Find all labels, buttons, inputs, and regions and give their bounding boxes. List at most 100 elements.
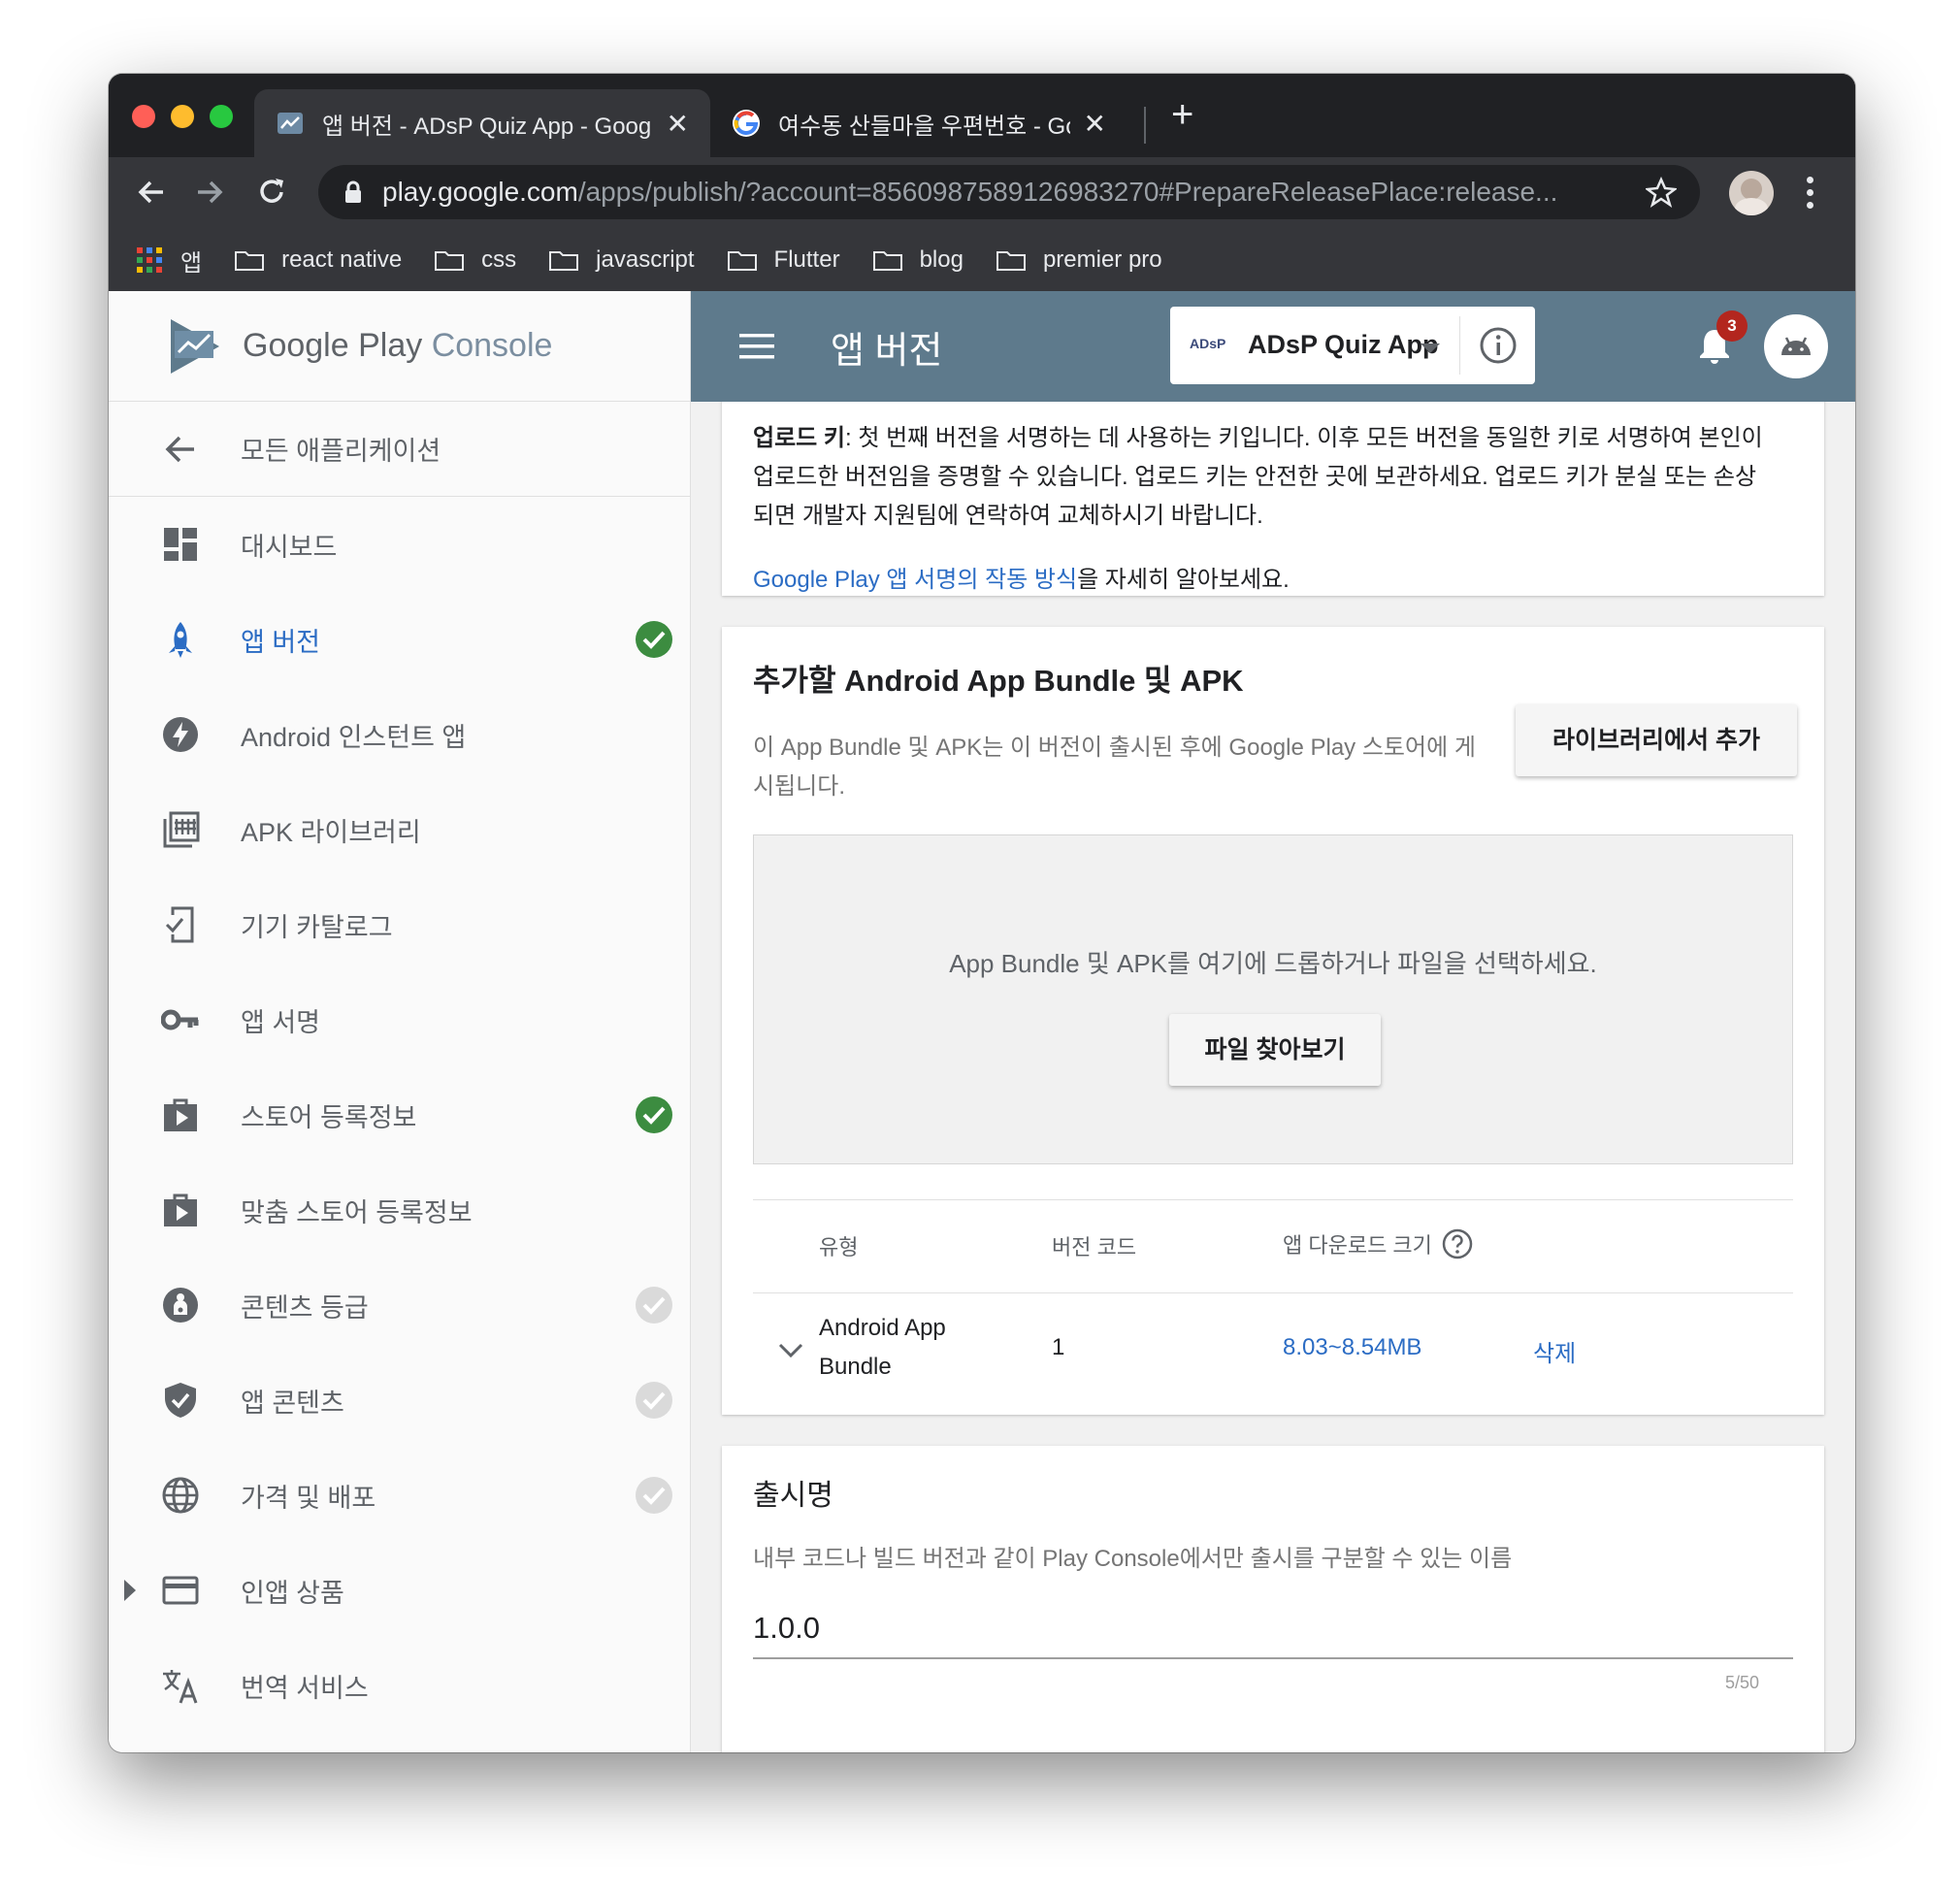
device-check-icon [165,906,194,943]
sidebar-item-custom-store-listing[interactable]: 맞춤 스토어 등록정보 [109,1162,690,1258]
sidebar-item-label: APK 라이브러리 [241,817,421,847]
bookmark-folder[interactable]: premier pro [996,246,1162,274]
sidebar-item-app-releases[interactable]: 앱 버전 [109,592,690,687]
tab-title: 앱 버전 - ADsP Quiz App - Goog [322,113,652,140]
delete-bundle-button[interactable]: 삭제 [1533,1334,1576,1368]
sidebar: Google Play Console 모든 애플리케이션 대시보드 앱 버전 … [109,291,691,1752]
sidebar-item-label: 앱 콘텐츠 [241,1388,344,1418]
bundles-card-title: 추가할 Android App Bundle 및 APK [753,664,1244,698]
sidebar-item-translation[interactable]: 번역 서비스 [109,1638,690,1733]
sidebar-item-apk-library[interactable]: APK 라이브러리 [109,782,690,877]
sidebar-item-content-rating[interactable]: 콘텐츠 등급 [109,1258,690,1353]
bundle-type: Android App [819,1315,946,1341]
tab-active[interactable]: 앱 버전 - ADsP Quiz App - Goog ✕ [254,89,710,157]
folder-icon [996,251,1026,271]
close-tab-icon[interactable]: ✕ [667,108,689,140]
play-console-favicon-icon [278,113,303,134]
folder-icon [435,251,465,271]
new-tab-button[interactable]: + [1171,93,1193,137]
address-bar[interactable]: play.google.com /apps/publish/?account=8… [318,165,1700,219]
sidebar-back-all-apps[interactable]: 모든 애플리케이션 [109,402,690,497]
bookmark-folder[interactable]: Flutter [727,246,840,274]
apps-grid-icon [137,247,162,273]
rocket-icon [169,622,192,658]
file-drop-zone[interactable]: App Bundle 및 APK를 여기에 드롭하거나 파일을 선택하세요. 파… [753,834,1793,1164]
drop-instructions: App Bundle 및 APK를 여기에 드롭하거나 파일을 선택하세요. [949,949,1597,978]
google-favicon-icon [733,110,760,137]
sidebar-item-label: 기기 카탈로그 [241,912,393,942]
learn-more-text: Google Play 앱 서명의 작동 방식을 자세히 알아보세요. [753,567,1290,593]
table-row: Android App Bundle 1 8.03~8.54MB 삭제 [753,1293,1793,1410]
column-header-download-size: 앱 다운로드 크기 [1283,1228,1473,1259]
url-path: /apps/publish/?account=85609875891269832… [577,177,1558,207]
back-arrow-icon[interactable] [134,175,169,210]
check-circle-icon [636,1382,672,1419]
column-header-version-code: 버전 코드 [1052,1235,1137,1259]
browse-files-button[interactable]: 파일 찾아보기 [1169,1014,1381,1086]
bookmark-label: Flutter [773,246,840,273]
bolt-icon [163,717,198,752]
sidebar-item-app-content[interactable]: 앱 콘텐츠 [109,1353,690,1448]
table-top-divider [753,1199,1793,1200]
close-window-button[interactable] [132,105,155,128]
sidebar-item-label: Android 인스턴트 앱 [241,722,467,752]
minimize-window-button[interactable] [171,105,194,128]
reload-icon[interactable] [254,175,289,210]
expand-triangle-icon[interactable] [124,1580,136,1601]
brand-logo[interactable]: Google Play Console [109,291,690,402]
sidebar-item-label: 앱 버전 [241,627,321,657]
sidebar-item-in-app-products[interactable]: 인앱 상품 [109,1543,690,1638]
help-circle-icon[interactable] [1442,1228,1473,1259]
browser-toolbar: play.google.com /apps/publish/?account=8… [109,157,1855,229]
tab-inactive[interactable]: 여수동 산들마을 우편번호 - Google ✕ [710,89,1127,157]
profile-avatar[interactable] [1729,171,1774,215]
bookmark-label: javascript [596,246,695,273]
bookmark-folder[interactable]: react native [235,246,402,274]
check-circle-icon [636,1096,672,1133]
account-avatar[interactable] [1764,314,1828,378]
bookmark-label: blog [919,246,964,273]
forward-arrow-icon[interactable] [192,175,227,210]
app-signing-help-link[interactable]: Google Play 앱 서명의 작동 방식 [753,567,1077,593]
translate-icon [163,1670,198,1704]
sidebar-item-label: 콘텐츠 등급 [241,1292,369,1323]
sidebar-item-pricing-distribution[interactable]: 가격 및 배포 [109,1448,690,1543]
star-icon[interactable] [1646,177,1677,208]
add-from-library-button[interactable]: 라이브러리에서 추가 [1516,704,1797,776]
download-size-link[interactable]: 8.03~8.54MB [1283,1334,1421,1361]
sidebar-item-label: 대시보드 [241,532,338,562]
zoom-window-button[interactable] [210,105,233,128]
app-switcher[interactable]: ADsP ADsP Quiz App [1170,307,1535,384]
sidebar-item-app-signing[interactable]: 앱 서명 [109,972,690,1067]
notification-count-badge: 3 [1716,311,1748,342]
play-console-page: Google Play Console 모든 애플리케이션 대시보드 앱 버전 … [109,291,1855,1752]
bookmark-folder[interactable]: javascript [549,246,695,274]
sidebar-item-store-listing[interactable]: 스토어 등록정보 [109,1067,690,1162]
more-menu-icon[interactable] [1807,177,1814,210]
dropdown-caret-icon [1421,343,1440,353]
bookmark-label: css [481,246,517,273]
release-name-input[interactable]: 1.0.0 [753,1601,1793,1659]
version-code: 1 [1052,1334,1065,1360]
tab-separator [1144,107,1146,144]
sidebar-item-instant-apps[interactable]: Android 인스턴트 앱 [109,687,690,782]
character-counter: 5/50 [1725,1673,1760,1692]
sidebar-item-label: 번역 서비스 [241,1673,369,1703]
bookmark-apps[interactable]: 앱 [136,244,202,278]
sidebar-item-device-catalog[interactable]: 기기 카탈로그 [109,877,690,972]
bookmark-label: 앱 [180,249,203,277]
sidebar-item-dashboard[interactable]: 대시보드 [109,497,690,592]
bookmark-folder[interactable]: blog [872,246,964,274]
bookmark-folder[interactable]: css [435,246,516,274]
info-icon[interactable] [1479,326,1518,365]
chevron-down-icon[interactable] [778,1342,803,1359]
hamburger-menu-icon[interactable] [739,334,774,359]
sidebar-item-label: 맞춤 스토어 등록정보 [241,1197,473,1227]
close-tab-icon[interactable]: ✕ [1084,108,1106,140]
release-name-description: 내부 코드나 빌드 버전과 같이 Play Console에서만 출시를 구분할… [753,1546,1513,1572]
sidebar-item-label: 모든 애플리케이션 [241,437,441,466]
lock-icon [345,180,361,203]
sidebar-item-label: 스토어 등록정보 [241,1102,417,1132]
bookmarks-bar: 앱 react native css javascript Flutter bl… [109,229,1855,291]
folder-icon [549,251,579,271]
